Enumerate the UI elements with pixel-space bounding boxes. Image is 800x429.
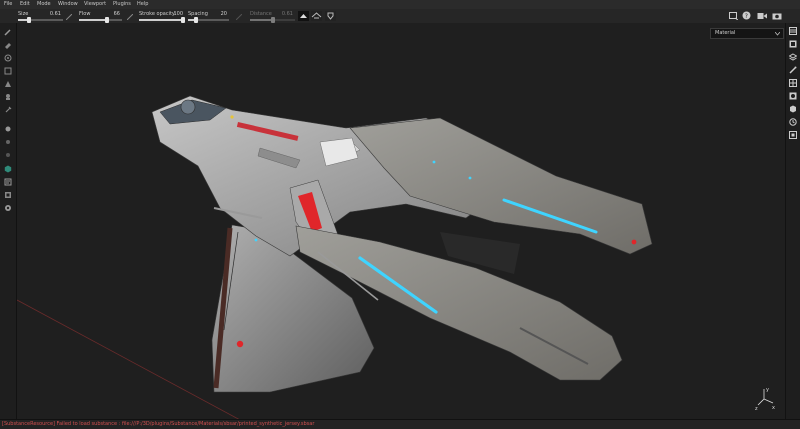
clone-tool-icon[interactable] <box>4 106 12 114</box>
size-slider[interactable] <box>18 17 63 23</box>
status-error-message: [SubstanceResource] Failed to load subst… <box>2 421 315 427</box>
3d-viewport[interactable]: y x z <box>17 23 785 419</box>
right-panel-bar <box>785 23 800 419</box>
layers-icon[interactable] <box>789 53 797 61</box>
hexagon-mask-icon[interactable] <box>4 165 12 173</box>
size-value[interactable]: 0.61 <box>47 11 61 17</box>
menu-help[interactable]: Help <box>137 1 148 7</box>
texture-set-list-icon[interactable] <box>789 27 797 35</box>
distance-label: Distance <box>250 11 272 17</box>
settings-icon[interactable] <box>4 204 12 212</box>
projection-icon[interactable] <box>4 54 12 62</box>
flow-slider[interactable] <box>79 17 122 23</box>
color-picker-icon[interactable] <box>4 138 12 146</box>
spacing-label: Spacing <box>188 11 208 17</box>
menu-file[interactable]: File <box>4 1 12 7</box>
axis-y-label: y <box>766 387 769 393</box>
video-record-icon[interactable] <box>757 12 767 20</box>
screenshot-camera-icon[interactable] <box>772 12 782 20</box>
distance-value: 0.61 <box>281 11 293 17</box>
distance-slider <box>250 17 295 23</box>
help-icon[interactable]: ? <box>742 11 751 20</box>
menu-plugins[interactable]: Plugins <box>113 1 131 7</box>
menu-viewport[interactable]: Viewport <box>84 1 106 7</box>
material-mode-dropdown[interactable]: Material <box>710 28 784 39</box>
stroke-opacity-slider[interactable] <box>139 17 185 23</box>
axis-z-label: z <box>755 406 758 411</box>
smudge-icon[interactable] <box>4 93 12 101</box>
particle-brush-icon[interactable] <box>4 125 12 133</box>
history-icon[interactable] <box>789 118 797 126</box>
spacing-value[interactable]: 20 <box>213 11 227 17</box>
menu-window[interactable]: Window <box>58 1 78 7</box>
menu-edit[interactable]: Edit <box>20 1 30 7</box>
symmetry-mode-button[interactable] <box>298 11 309 21</box>
bake-icon[interactable] <box>4 178 12 186</box>
shader-settings-icon[interactable] <box>789 92 797 100</box>
spaceship-model-render <box>17 95 653 419</box>
material-picker-icon[interactable] <box>4 151 12 159</box>
svg-text:?: ? <box>745 13 748 20</box>
paint-brush-icon[interactable] <box>4 28 12 36</box>
texture-set-settings-icon[interactable] <box>789 40 797 48</box>
polygon-fill-icon[interactable] <box>4 80 12 88</box>
log-icon[interactable] <box>789 131 797 139</box>
stencil-button[interactable] <box>325 11 336 21</box>
mirror-toggle-button[interactable] <box>311 11 322 21</box>
menu-bar: File Edit Mode Window Viewport Plugins H… <box>0 0 800 9</box>
flow-label: Flow <box>79 11 91 17</box>
spacing-slider[interactable] <box>188 17 229 23</box>
geometry-decal-icon[interactable] <box>4 67 12 75</box>
chevron-down-icon <box>775 32 780 36</box>
tool-properties-bar: Size 0.61 Flow 66 Stroke opacity 100 Spa… <box>0 9 800 24</box>
bakers-icon[interactable] <box>789 105 797 113</box>
properties-brush-icon[interactable] <box>789 66 797 74</box>
axis-x-label: x <box>772 405 775 411</box>
export-icon[interactable] <box>4 191 12 199</box>
eraser-icon[interactable] <box>4 41 12 49</box>
flow-pressure-icon[interactable] <box>127 14 133 20</box>
viewport-mode-icon[interactable] <box>729 12 738 20</box>
size-pressure-icon[interactable] <box>66 14 72 20</box>
material-mode-value: Material <box>715 30 736 36</box>
menu-mode[interactable]: Mode <box>37 1 51 7</box>
axis-gizmo: y x z <box>755 387 775 411</box>
left-toolbar <box>0 23 17 419</box>
display-settings-icon[interactable] <box>789 79 797 87</box>
distance-lazy-icon <box>236 14 242 20</box>
